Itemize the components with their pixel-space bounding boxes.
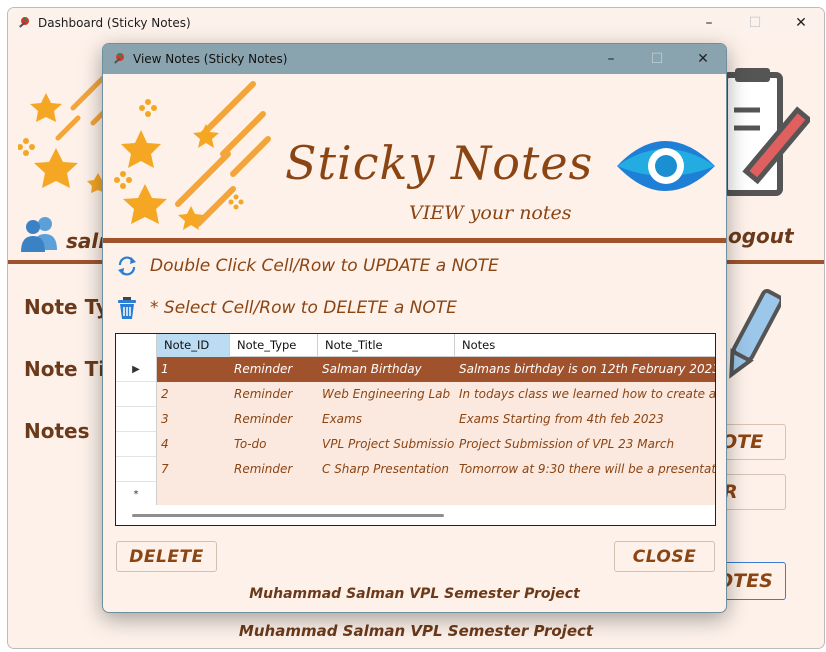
add-note-label: OTE [721, 431, 764, 453]
notes-label: Notes [24, 419, 90, 443]
users-icon [21, 217, 57, 252]
cell-note-id[interactable]: 7 [157, 457, 230, 482]
column-header-notes[interactable]: Notes [455, 334, 715, 357]
dialog-minimize-button[interactable]: – [588, 44, 634, 74]
dashboard-minimize-button[interactable]: – [686, 8, 732, 38]
table-row[interactable]: 7 Reminder C Sharp Presentation Tomorrow at… [116, 457, 715, 482]
cell-note-title[interactable]: Web Engineering Lab [318, 382, 455, 407]
close-button[interactable]: CLOSE [614, 541, 715, 572]
dialog-footer: Muhammad Salman VPL Semester Project [249, 586, 580, 602]
pen-icon [729, 288, 781, 379]
dashboard-titlebar: Dashboard (Sticky Notes) – ☐ ✕ [8, 8, 824, 38]
note-type-label: Note Ty [24, 295, 109, 319]
update-hint: Double Click Cell/Row to UPDATE a NOTE [116, 254, 499, 278]
dialog-close-button[interactable]: ✕ [680, 44, 726, 74]
cell-notes[interactable]: Project Submission of VPL 23 March [455, 432, 715, 457]
update-hint-text: Double Click Cell/Row to UPDATE a NOTE [150, 256, 499, 276]
table-row[interactable]: 3 Reminder Exams Exams Starting from 4th fe… [116, 407, 715, 432]
column-header-note-title[interactable]: Note_Title [318, 334, 455, 357]
delete-hint: * Select Cell/Row to DELETE a NOTE [116, 296, 457, 320]
logout-link[interactable]: ogout [728, 224, 794, 248]
dialog-titlebar: View Notes (Sticky Notes) – ☐ ✕ [103, 44, 726, 74]
brand-subtitle: VIEW your notes [409, 202, 572, 224]
cell-notes[interactable]: Tomorrow at 9:30 there will be a present… [455, 457, 715, 482]
table-row[interactable]: ▶ 1 Reminder Salman Birthday Salmans birthda… [116, 357, 715, 382]
new-row[interactable]: * [116, 482, 157, 507]
app-pin-icon [19, 17, 29, 28]
dialog-divider [103, 238, 726, 243]
app-pin-icon [114, 53, 124, 64]
delete-hint-text: * Select Cell/Row to DELETE a NOTE [150, 298, 457, 318]
cell-note-title[interactable]: C Sharp Presentation [318, 457, 455, 482]
dashboard-title: Dashboard (Sticky Notes) [38, 16, 191, 30]
dashboard-close-button[interactable]: ✕ [778, 8, 824, 38]
new-row-marker: * [116, 482, 157, 507]
row-header[interactable] [116, 382, 157, 407]
brand-title: Sticky Notes [285, 136, 594, 190]
notes-grid[interactable]: Note_ID Note_Type Note_Title Notes ▶ 1 Rem… [115, 333, 716, 526]
cell-notes[interactable]: Salmans birthday is on 12th February 202… [455, 357, 715, 382]
column-header-note-id[interactable]: Note_ID [157, 334, 230, 357]
table-row[interactable]: 4 To-do VPL Project Submission Project Subm… [116, 432, 715, 457]
view-notes-dialog: View Notes (Sticky Notes) – ☐ ✕ Sticky N… [102, 43, 727, 613]
horizontal-scrollbar[interactable] [116, 505, 715, 525]
dialog-title: View Notes (Sticky Notes) [133, 52, 288, 66]
cell-note-title[interactable]: Salman Birthday [318, 357, 455, 382]
cell-notes[interactable]: In todays class we learned how to create… [455, 382, 715, 407]
clipboard-icon [722, 68, 810, 196]
dialog-maximize-button[interactable]: ☐ [634, 44, 680, 74]
cell-note-type[interactable]: To-do [230, 432, 318, 457]
cell-note-type[interactable]: Reminder [230, 382, 318, 407]
cell-note-type[interactable]: Reminder [230, 357, 318, 382]
dashboard-footer: Muhammad Salman VPL Semester Project [238, 622, 594, 640]
cell-note-id[interactable]: 3 [157, 407, 230, 432]
delete-button-label: DELETE [129, 546, 204, 567]
dashboard-maximize-button[interactable]: ☐ [732, 8, 778, 38]
row-header[interactable]: ▶ [116, 357, 157, 382]
scrollbar-thumb[interactable] [132, 514, 444, 517]
table-row[interactable]: 2 Reminder Web Engineering Lab In todays cl… [116, 382, 715, 407]
row-header[interactable] [116, 407, 157, 432]
close-button-label: CLOSE [632, 546, 697, 567]
corner-header[interactable] [116, 334, 157, 357]
refresh-icon [118, 256, 136, 276]
trash-icon [118, 297, 136, 319]
stars-icon [18, 75, 113, 193]
grid-header: Note_ID Note_Type Note_Title Notes [116, 334, 715, 357]
eye-icon [617, 141, 715, 191]
row-header[interactable] [116, 432, 157, 457]
cell-note-id[interactable]: 2 [157, 382, 230, 407]
cell-notes[interactable]: Exams Starting from 4th feb 2023 [455, 407, 715, 432]
cell-note-type[interactable]: Reminder [230, 407, 318, 432]
cell-note-id[interactable]: 4 [157, 432, 230, 457]
column-header-note-type[interactable]: Note_Type [230, 334, 318, 357]
cell-note-id[interactable]: 1 [157, 357, 230, 382]
cell-note-title[interactable]: VPL Project Submission [318, 432, 455, 457]
row-header[interactable] [116, 457, 157, 482]
delete-button[interactable]: DELETE [116, 541, 217, 572]
cell-note-title[interactable]: Exams [318, 407, 455, 432]
cell-note-type[interactable]: Reminder [230, 457, 318, 482]
